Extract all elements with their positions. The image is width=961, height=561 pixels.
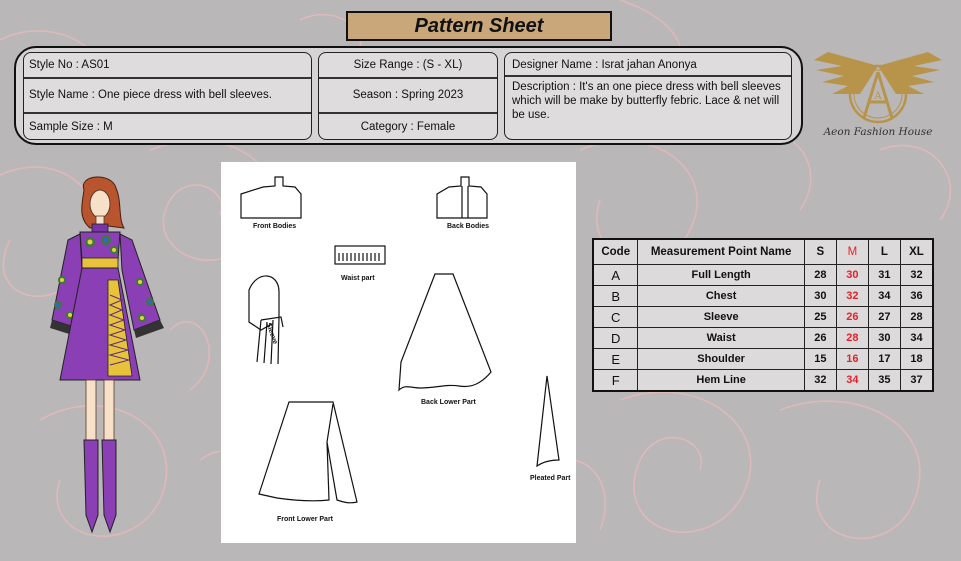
pattern-pieces-card: Front Bodies Back Bodies Waist part Slee…: [221, 162, 576, 543]
col-m: M: [835, 238, 869, 265]
label-pleated-part: Pleated Part: [530, 475, 571, 482]
col-xl: XL: [899, 238, 934, 265]
label-front-lower-part: Front Lower Part: [277, 516, 334, 523]
description: Description : It's an one piece dress wi…: [512, 81, 781, 121]
table-row: E Shoulder 15 16 17 18: [592, 348, 934, 370]
logo-monogram: A: [873, 91, 882, 102]
season: Season : Spring 2023: [352, 89, 464, 101]
fashion-figure-illustration: [50, 176, 164, 534]
table-row: B Chest 30 32 34 36: [592, 285, 934, 307]
table-row: A Full Length 28 30 31 32: [592, 264, 934, 286]
sample-size: Sample Size : M: [29, 121, 113, 133]
col-s: S: [803, 238, 837, 265]
style-name: Style Name : One piece dress with bell s…: [29, 89, 272, 101]
label-waist-part: Waist part: [341, 275, 375, 282]
col-measurement-point: Measurement Point Name: [637, 238, 805, 265]
measurement-table: Code Measurement Point Name S M L XL A Fu…: [592, 238, 934, 392]
size-range: Size Range : (S - XL): [353, 59, 463, 71]
table-row: F Hem Line 32 34 35 37: [592, 369, 934, 392]
col-code: Code: [592, 238, 639, 265]
table-row: C Sleeve 25 26 27 28: [592, 306, 934, 328]
table-header-row: Code Measurement Point Name S M L XL: [592, 238, 934, 265]
page-title: Pattern Sheet: [346, 11, 612, 41]
label-front-bodies: Front Bodies: [253, 223, 297, 230]
pattern-pieces-drawing: [240, 176, 560, 504]
label-back-lower-part: Back Lower Part: [421, 399, 476, 406]
category: Category : Female: [360, 121, 456, 133]
style-no: Style No : AS01: [29, 59, 110, 71]
table-row: D Waist 26 28 30 34: [592, 327, 934, 349]
brand-name: Aeon Fashion House: [823, 126, 933, 138]
col-l: L: [867, 238, 901, 265]
label-back-bodies: Back Bodies: [447, 223, 490, 230]
designer-name: Designer Name : Israt jahan Anonya: [512, 59, 697, 71]
